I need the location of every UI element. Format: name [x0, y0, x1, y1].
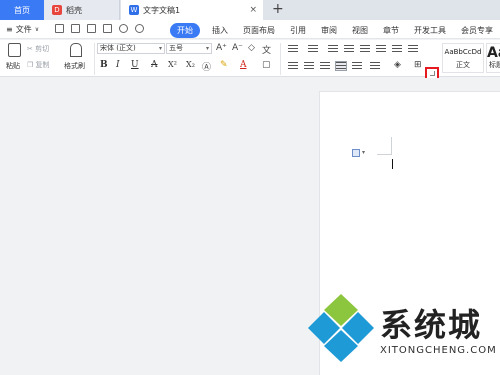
font-size-select[interactable]: 五号 ▾ — [166, 43, 212, 54]
font-name-value: 宋体 (正文) — [100, 44, 136, 52]
format-painter-button[interactable] — [70, 43, 82, 57]
tab-insert[interactable]: 插入 — [212, 25, 228, 36]
watermark-url: XITONGCHENG.COM — [380, 345, 497, 356]
shading-icon[interactable]: ◈ — [394, 60, 401, 70]
paste-icon — [8, 43, 21, 57]
docer-icon: D — [52, 5, 62, 15]
align-center-icon[interactable] — [304, 62, 314, 70]
tab-review[interactable]: 审阅 — [321, 25, 337, 36]
xitongcheng-logo-icon — [308, 294, 374, 362]
style-heading-name: 标题 — [489, 61, 500, 69]
title-tab-bar: 首页 D 稻壳 W 文字文稿1 × + — [0, 0, 500, 20]
increase-indent-icon[interactable] — [344, 45, 354, 53]
tab-start[interactable]: 开始 — [170, 23, 200, 38]
save-icon[interactable] — [55, 24, 64, 33]
margin-corner-mark — [377, 154, 392, 155]
style-normal-sample: AaBbCcDd — [444, 48, 482, 56]
export-pdf-icon[interactable] — [71, 24, 80, 33]
line-spacing-icon[interactable] — [408, 45, 418, 53]
paragraph-layout-icon[interactable] — [352, 149, 360, 157]
align-left-icon[interactable] — [288, 62, 298, 70]
bold-button[interactable]: B — [100, 60, 108, 70]
tab-member[interactable]: 会员专享 — [461, 25, 493, 36]
text-cursor — [392, 159, 393, 169]
sort-icon[interactable] — [376, 45, 386, 53]
char-border-icon[interactable]: ▢ — [262, 60, 271, 70]
shrink-font-button[interactable]: A⁻ — [232, 43, 243, 53]
highlight-icon[interactable]: ✎ — [220, 60, 228, 70]
superscript-button[interactable]: X² — [168, 60, 177, 69]
tab-references[interactable]: 引用 — [290, 25, 306, 36]
cut-label: 剪切 — [35, 45, 50, 53]
align-right-icon[interactable] — [320, 62, 330, 70]
font-color-button[interactable]: A — [240, 60, 247, 70]
margin-corner-mark — [391, 137, 392, 154]
font-size-value: 五号 — [169, 44, 183, 52]
menu-bar: ≡ 文件 ∨ 开始 插入 页面布局 引用 审阅 视图 章节 开发工具 会员专享 — [0, 20, 500, 39]
format-painter-icon — [70, 43, 82, 57]
close-tab-icon[interactable]: × — [249, 5, 257, 15]
copy-button[interactable]: ❐ 复制 — [27, 60, 50, 70]
pinyin-icon[interactable]: 文 — [262, 43, 271, 56]
numbered-list-icon[interactable] — [308, 45, 318, 53]
underline-button[interactable]: U — [131, 60, 139, 70]
grow-font-button[interactable]: A⁺ — [216, 43, 227, 53]
separator — [280, 43, 281, 75]
tab-document-label: 文字文稿1 — [143, 5, 181, 15]
redo-icon[interactable] — [135, 24, 144, 33]
strikethrough-button[interactable]: A — [151, 60, 158, 70]
print-preview-icon[interactable] — [103, 24, 112, 33]
distributed-align-icon[interactable] — [352, 62, 362, 70]
cut-button[interactable]: ✂ 剪切 — [27, 44, 49, 54]
tab-document[interactable]: W 文字文稿1 × — [121, 0, 263, 20]
italic-button[interactable]: I — [116, 60, 120, 70]
clear-format-icon[interactable]: ◇ — [248, 43, 255, 53]
tab-docer-label: 稻壳 — [66, 5, 82, 15]
paste-button[interactable] — [8, 43, 21, 57]
word-doc-icon: W — [129, 5, 139, 15]
style-heading[interactable]: Aa 标题 — [486, 43, 500, 73]
separator — [94, 43, 95, 75]
show-marks-icon[interactable] — [392, 45, 402, 53]
chevron-down-icon: ▾ — [158, 45, 162, 52]
tab-home[interactable]: 首页 — [0, 0, 44, 20]
font-name-select[interactable]: 宋体 (正文) ▾ — [97, 43, 165, 54]
file-menu[interactable]: ≡ 文件 ∨ — [6, 24, 39, 35]
tab-page-layout[interactable]: 页面布局 — [243, 25, 275, 36]
subscript-button[interactable]: X₂ — [186, 60, 195, 69]
quick-access-toolbar — [55, 24, 151, 33]
format-painter-label: 格式刷 — [64, 62, 85, 70]
bullet-list-icon[interactable] — [288, 45, 298, 53]
tab-view[interactable]: 视图 — [352, 25, 368, 36]
copy-label: 复制 — [35, 61, 50, 69]
new-tab-button[interactable]: + — [272, 1, 284, 17]
chinese-layout-icon[interactable] — [360, 45, 370, 53]
chevron-down-icon: ∨ — [34, 26, 40, 33]
watermark-brand: 系统城 — [380, 306, 483, 344]
decrease-indent-icon[interactable] — [328, 45, 338, 53]
text-effect-icon[interactable]: Ⓐ — [202, 60, 211, 73]
border-icon[interactable]: ⊞ — [414, 60, 422, 70]
chevron-down-icon: ▾ — [205, 45, 209, 52]
align-justify-icon[interactable] — [335, 61, 347, 71]
hamburger-icon: ≡ — [6, 25, 13, 34]
tab-docer[interactable]: D 稻壳 — [44, 0, 120, 20]
paste-label: 粘贴 — [6, 62, 20, 70]
print-icon[interactable] — [87, 24, 96, 33]
style-heading-sample: Aa — [487, 45, 500, 61]
line-spacing-dropdown-icon[interactable] — [370, 62, 380, 70]
tab-sections[interactable]: 章节 — [383, 25, 399, 36]
file-menu-label: 文件 — [15, 25, 32, 34]
undo-icon[interactable] — [119, 24, 128, 33]
style-normal-name: 正文 — [456, 61, 470, 69]
chevron-down-icon[interactable]: ▾ — [362, 149, 365, 156]
ribbon-tabs: 开始 插入 页面布局 引用 审阅 视图 章节 开发工具 会员专享 — [170, 23, 500, 38]
tab-developer[interactable]: 开发工具 — [414, 25, 446, 36]
style-normal[interactable]: AaBbCcDd 正文 — [442, 43, 484, 73]
